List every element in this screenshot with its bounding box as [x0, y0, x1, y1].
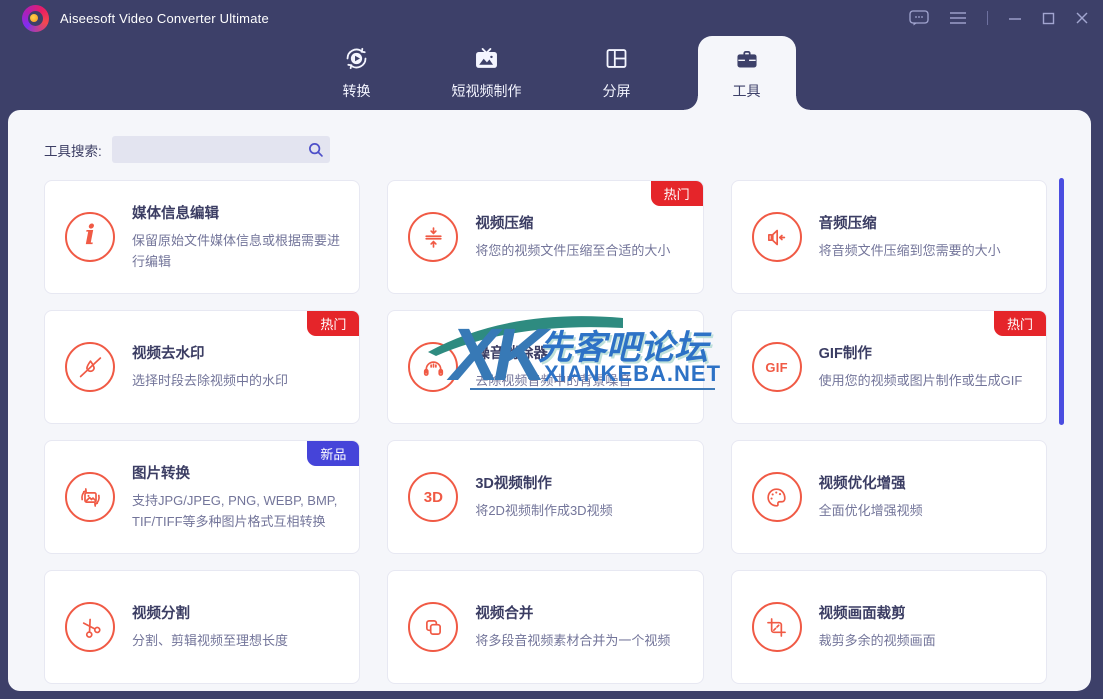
tool-description: 将您的视频文件压缩至合适的大小 — [475, 241, 670, 261]
watermark-remove-icon — [65, 342, 115, 392]
menu-icon[interactable] — [949, 11, 967, 25]
tool-card[interactable]: 视频压缩 将您的视频文件压缩至合适的大小 热门 — [387, 180, 703, 294]
app-logo-icon — [22, 5, 49, 32]
three-d-icon: 3D — [408, 472, 458, 522]
maximize-icon[interactable] — [1042, 12, 1055, 25]
image-convert-icon — [65, 472, 115, 522]
headphones-icon — [408, 342, 458, 392]
tool-title: 视频优化增强 — [819, 472, 923, 493]
tool-card[interactable]: i 媒体信息编辑 保留原始文件媒体信息或根据需要进行编辑 — [44, 180, 360, 294]
tool-description: 保留原始文件媒体信息或根据需要进行编辑 — [132, 231, 341, 271]
tab-label: 分屏 — [603, 81, 631, 101]
tool-grid: i 媒体信息编辑 保留原始文件媒体信息或根据需要进行编辑 视频压缩 将您的视频文… — [44, 180, 1047, 684]
tool-badge: 热门 — [651, 181, 703, 206]
tool-description: 分割、剪辑视频至理想长度 — [132, 631, 288, 651]
tool-title: GIF制作 — [819, 342, 1023, 363]
tool-badge: 热门 — [307, 311, 359, 336]
tool-title: 视频去水印 — [132, 342, 288, 363]
scissors-icon — [65, 602, 115, 652]
info-icon: i — [65, 212, 115, 262]
vertical-scrollbar[interactable] — [1059, 178, 1064, 425]
app-title: Aiseesoft Video Converter Ultimate — [60, 11, 269, 26]
search-label: 工具搜索: — [44, 140, 102, 160]
tab-label: 转换 — [343, 81, 371, 101]
search-box — [112, 136, 330, 163]
tab-toolbox[interactable]: 工具 — [698, 36, 796, 110]
tool-description: 使用您的视频或图片制作或生成GIF — [819, 371, 1023, 391]
merge-icon — [408, 602, 458, 652]
tool-title: 噪音消除器 — [475, 342, 631, 363]
crop-icon — [752, 602, 802, 652]
tool-title: 视频画面裁剪 — [819, 602, 936, 623]
tab-split-screen[interactable]: 分屏 — [568, 36, 666, 110]
tool-description: 将2D视频制作成3D视频 — [475, 501, 612, 521]
tool-card[interactable]: 视频合并 将多段音视频素材合并为一个视频 — [387, 570, 703, 684]
tool-description: 支持JPG/JPEG, PNG, WEBP, BMP, TIF/TIFF等多种图… — [132, 491, 341, 531]
tool-description: 去除视频音频中的背景噪音 — [475, 371, 631, 391]
audio-compress-icon — [752, 212, 802, 262]
tool-card[interactable]: 噪音消除器 去除视频音频中的背景噪音 — [387, 310, 703, 424]
tab-label: 短视频制作 — [452, 81, 522, 101]
tool-description: 将音频文件压缩到您需要的大小 — [819, 241, 1001, 261]
tool-card[interactable]: 视频去水印 选择时段去除视频中的水印 热门 — [44, 310, 360, 424]
tab-convert[interactable]: 转换 — [308, 36, 406, 110]
tool-description: 将多段音视频素材合并为一个视频 — [475, 631, 670, 651]
tool-title: 视频分割 — [132, 602, 288, 623]
search-row: 工具搜索: — [44, 136, 1091, 163]
short-video-icon — [473, 45, 500, 72]
window-controls — [909, 10, 1089, 26]
tool-title: 图片转换 — [132, 462, 341, 483]
tool-card[interactable]: 视频优化增强 全面优化增强视频 — [731, 440, 1047, 554]
tool-badge: 新品 — [307, 441, 359, 466]
split-screen-icon — [603, 45, 630, 72]
tab-short-video[interactable]: 短视频制作 — [438, 36, 536, 110]
convert-icon — [343, 45, 370, 72]
tool-description: 裁剪多余的视频画面 — [819, 631, 936, 651]
tool-card[interactable]: 视频画面裁剪 裁剪多余的视频画面 — [731, 570, 1047, 684]
tool-description: 选择时段去除视频中的水印 — [132, 371, 288, 391]
compress-icon — [408, 212, 458, 262]
tool-title: 视频压缩 — [475, 212, 670, 233]
tool-title: 音频压缩 — [819, 212, 1001, 233]
feedback-icon[interactable] — [909, 10, 929, 26]
search-icon[interactable] — [302, 141, 330, 158]
tool-title: 3D视频制作 — [475, 472, 612, 493]
controls-divider — [987, 11, 988, 25]
minimize-icon[interactable] — [1008, 11, 1022, 25]
tool-card[interactable]: GIF GIF制作 使用您的视频或图片制作或生成GIF 热门 — [731, 310, 1047, 424]
gif-icon: GIF — [752, 342, 802, 392]
tool-title: 视频合并 — [475, 602, 670, 623]
tool-card[interactable]: 音频压缩 将音频文件压缩到您需要的大小 — [731, 180, 1047, 294]
close-icon[interactable] — [1075, 11, 1089, 25]
toolbox-panel: 工具搜索: i 媒体信息编辑 保留原始文件媒体信息或根据需要进行编辑 视频压缩 … — [8, 110, 1091, 691]
tool-title: 媒体信息编辑 — [132, 202, 341, 223]
tool-card[interactable]: 视频分割 分割、剪辑视频至理想长度 — [44, 570, 360, 684]
tool-description: 全面优化增强视频 — [819, 501, 923, 521]
titlebar: Aiseesoft Video Converter Ultimate — [0, 0, 1103, 36]
tool-card[interactable]: 3D 3D视频制作 将2D视频制作成3D视频 — [387, 440, 703, 554]
search-input[interactable] — [112, 136, 302, 163]
tool-badge: 热门 — [994, 311, 1046, 336]
tool-card[interactable]: 图片转换 支持JPG/JPEG, PNG, WEBP, BMP, TIF/TIF… — [44, 440, 360, 554]
toolbox-icon — [734, 45, 760, 72]
tab-label: 工具 — [733, 81, 761, 101]
palette-icon — [752, 472, 802, 522]
